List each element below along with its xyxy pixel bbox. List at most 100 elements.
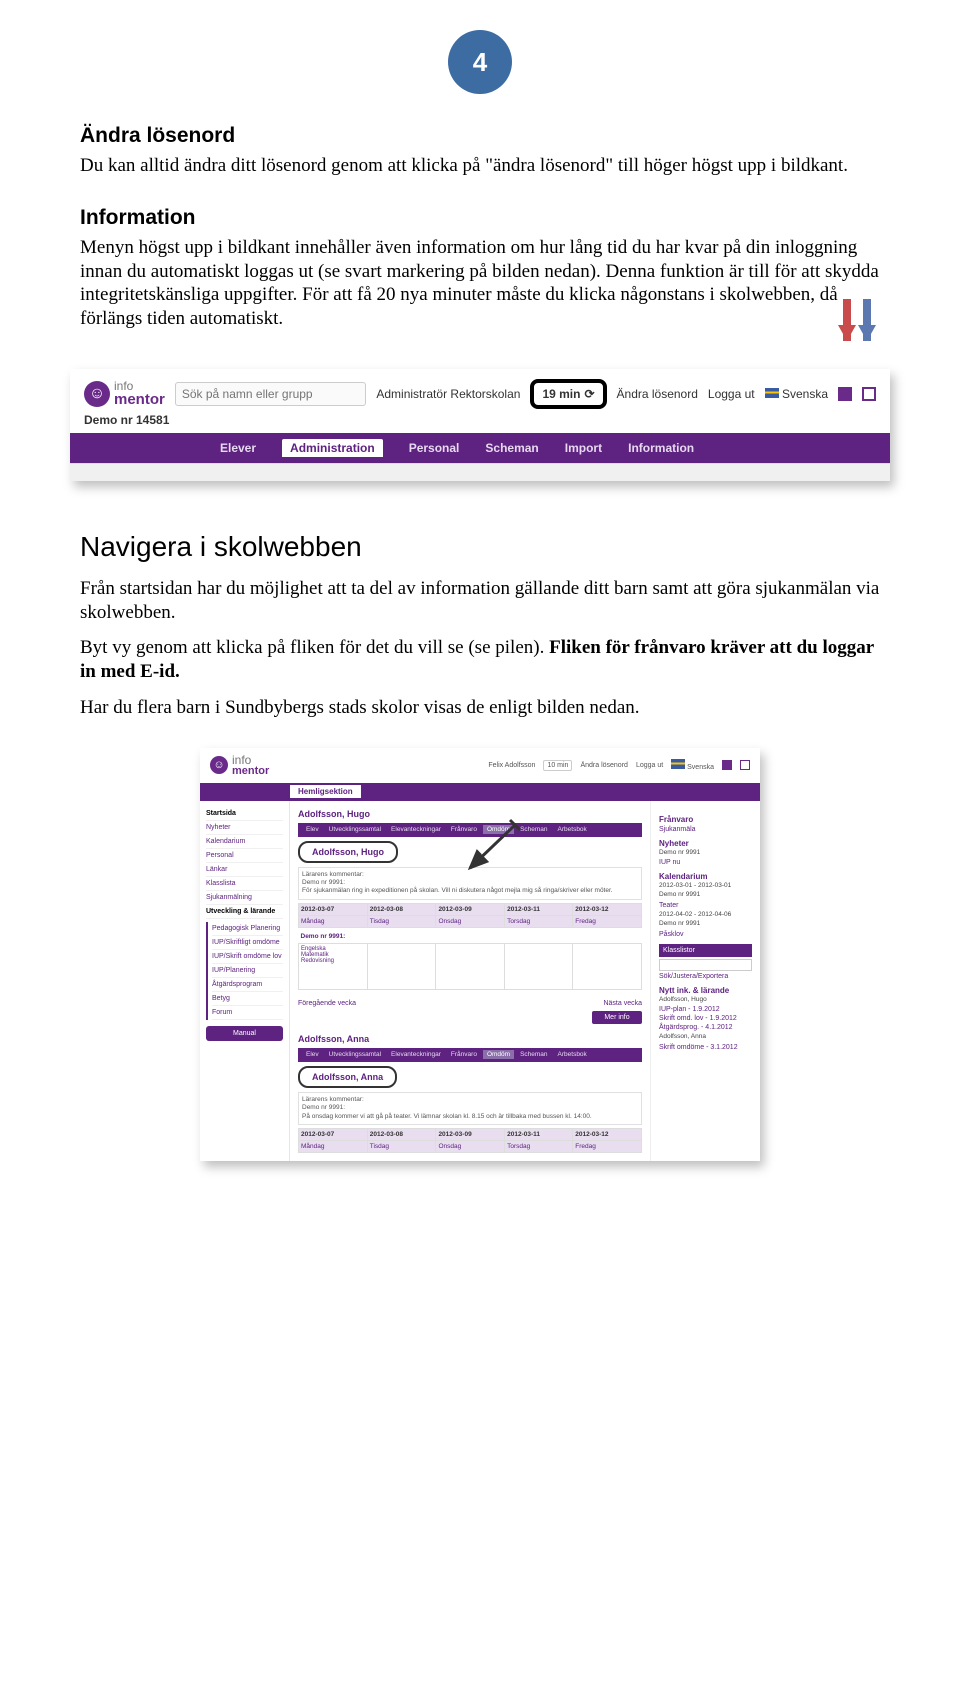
r-txt: Adolfsson, Anna (659, 1033, 752, 1041)
r-link[interactable]: Sök/Justera/Exportera (659, 973, 752, 980)
r-klasslistor-box: Klasslistor (659, 944, 752, 957)
school-name-label: Demo nr 14581 (70, 413, 890, 433)
menu-item-personal[interactable]: Personal (409, 441, 460, 455)
tab2-arbetsbok[interactable]: Arbetsbok (554, 1050, 591, 1059)
side-iup1[interactable]: IUP/Skriftligt omdöme (212, 936, 283, 950)
heading-navigate: Navigera i skolwebben (80, 531, 880, 563)
print-icon[interactable] (838, 387, 852, 401)
menu-item-information[interactable]: Information (628, 441, 694, 455)
side-sjukanmalning[interactable]: Sjukanmälning (206, 891, 283, 905)
tab-arbetsbok[interactable]: Arbetsbok (554, 825, 591, 834)
week-cell (436, 943, 505, 989)
side-betyg[interactable]: Betyg (212, 992, 283, 1006)
week-cell (573, 943, 642, 989)
tab2-elev[interactable]: Elev (302, 1050, 323, 1059)
next-week-link[interactable]: Nästa vecka (603, 1000, 642, 1007)
student1-name: Adolfsson, Hugo (298, 809, 642, 819)
side-iup2[interactable]: IUP/Skrift omdöme lov (212, 950, 283, 964)
manual-button[interactable]: Manual (206, 1026, 283, 1041)
tab-elev[interactable]: Elev (302, 825, 323, 834)
side-group-head[interactable]: Utveckling & lärande (206, 905, 283, 919)
side-klasslista[interactable]: Klasslista (206, 877, 283, 891)
dash-menu-active[interactable]: Hemligsektion (290, 785, 361, 798)
side-atgard[interactable]: Åtgärdsprogram (212, 978, 283, 992)
dash-change-pw[interactable]: Ändra lösenord (580, 762, 627, 769)
r-sjukanmala[interactable]: Sjukanmäla (659, 826, 752, 833)
dash-print-icon[interactable] (722, 760, 732, 770)
side-iup3[interactable]: IUP/Planering (212, 964, 283, 978)
side-startsida[interactable]: Startsida (206, 807, 283, 821)
r-txt: 2012-04-02 - 2012-04-06 (659, 911, 752, 919)
r-link[interactable]: Skrift omdöme - 3.1.2012 (659, 1044, 752, 1051)
wk-date: 2012-03-09 (436, 903, 505, 915)
search-input[interactable] (175, 382, 367, 406)
dash-fullscreen-icon[interactable] (740, 760, 750, 770)
tab2-omdom[interactable]: Omdöm (483, 1050, 514, 1059)
side-lankar[interactable]: Länkar (206, 863, 283, 877)
r-link[interactable]: Påsklov (659, 931, 752, 938)
logout-link[interactable]: Logga ut (708, 387, 755, 401)
r-link[interactable]: IUP-plan - 1.9.2012 (659, 1006, 752, 1013)
more-info-button[interactable]: Mer info (592, 1011, 642, 1024)
side-personal[interactable]: Personal (206, 849, 283, 863)
wk-date: 2012-03-07 (299, 903, 368, 915)
r-link[interactable]: Åtgärdsprog. - 4.1.2012 (659, 1024, 752, 1031)
r-nyheter: Nyheter (659, 839, 752, 848)
side-forum[interactable]: Forum (212, 1006, 283, 1020)
wk-day: Onsdag (436, 915, 505, 927)
prev-week-link[interactable]: Föregående vecka (298, 1000, 356, 1007)
red-arrow-icon (838, 325, 856, 341)
dash-lang[interactable]: Svenska (671, 759, 714, 771)
tab-anteck[interactable]: Elevanteckningar (387, 825, 445, 834)
heading-information: Information (80, 206, 880, 230)
r-txt: Demo nr 9991 (659, 920, 752, 928)
r-txt: Demo nr 9991 (659, 891, 752, 899)
heading-change-password: Ändra lösenord (80, 124, 880, 148)
paragraph-information: Menyn högst upp i bildkant innehåller äv… (80, 236, 880, 331)
wk2-day: Fredag (573, 1141, 642, 1153)
callout-arrow-icon (460, 820, 520, 880)
side-pp[interactable]: Pedagogisk Planering (212, 922, 283, 936)
r-search-input[interactable] (659, 959, 752, 971)
wk-day: Tisdag (367, 915, 436, 927)
dash-logout[interactable]: Logga ut (636, 762, 663, 769)
change-password-link[interactable]: Ändra lösenord (617, 387, 698, 401)
teacher-comment-2: Lärarens kommentar: Demo nr 9991: På ons… (298, 1092, 642, 1125)
fullscreen-icon[interactable] (862, 387, 876, 401)
language-selector[interactable]: Svenska (765, 387, 828, 401)
r-link[interactable]: Teater (659, 902, 752, 909)
main-menu: Elever Administration Personal Scheman I… (70, 433, 890, 463)
paragraph-change-password: Du kan alltid ändra ditt lösenord genom … (80, 154, 880, 178)
comment2-unit: Demo nr 9991: (302, 1104, 638, 1112)
side-nyheter[interactable]: Nyheter (206, 821, 283, 835)
menu-item-scheman[interactable]: Scheman (485, 441, 538, 455)
week-table-1: 2012-03-07 2012-03-08 2012-03-09 2012-03… (298, 903, 642, 990)
paragraph-nav-3: Har du flera barn i Sundbybergs stads sk… (80, 696, 880, 720)
tab-scheman[interactable]: Scheman (516, 825, 551, 834)
tab2-utv[interactable]: Utvecklingssamtal (325, 1050, 385, 1059)
wk-day: Torsdag (505, 915, 573, 927)
comment2-label: Lärarens kommentar: (302, 1096, 638, 1104)
tab2-anteck[interactable]: Elevanteckningar (387, 1050, 445, 1059)
tab2-franvaro[interactable]: Frånvaro (447, 1050, 481, 1059)
side-kalendarium[interactable]: Kalendarium (206, 835, 283, 849)
tab2-scheman[interactable]: Scheman (516, 1050, 551, 1059)
callout-student2: Adolfsson, Anna (298, 1066, 397, 1088)
blue-arrow-icon (858, 325, 876, 341)
tab-utv[interactable]: Utvecklingssamtal (325, 825, 385, 834)
r-txt: Demo nr 9991 (659, 849, 752, 857)
infomentor-logo: ☺ infomentor (84, 380, 165, 407)
wk2-day: Onsdag (436, 1141, 505, 1153)
week-cell (505, 943, 573, 989)
week-cell (367, 943, 436, 989)
dash-timer: 10 min (543, 760, 572, 771)
menu-item-administration[interactable]: Administration (282, 439, 383, 457)
dashboard-screenshot: ☺ infomentor Felix Adolfsson 10 min Ändr… (200, 748, 760, 1162)
wk-date: 2012-03-08 (367, 903, 436, 915)
wk2-day: Torsdag (505, 1141, 573, 1153)
menu-item-import[interactable]: Import (565, 441, 602, 455)
menu-item-elever[interactable]: Elever (220, 441, 256, 455)
r-link[interactable]: IUP nu (659, 859, 752, 866)
r-link[interactable]: Skrift omd. lov - 1.9.2012 (659, 1015, 752, 1022)
r-nytt: Nytt ink. & lärande (659, 986, 752, 995)
